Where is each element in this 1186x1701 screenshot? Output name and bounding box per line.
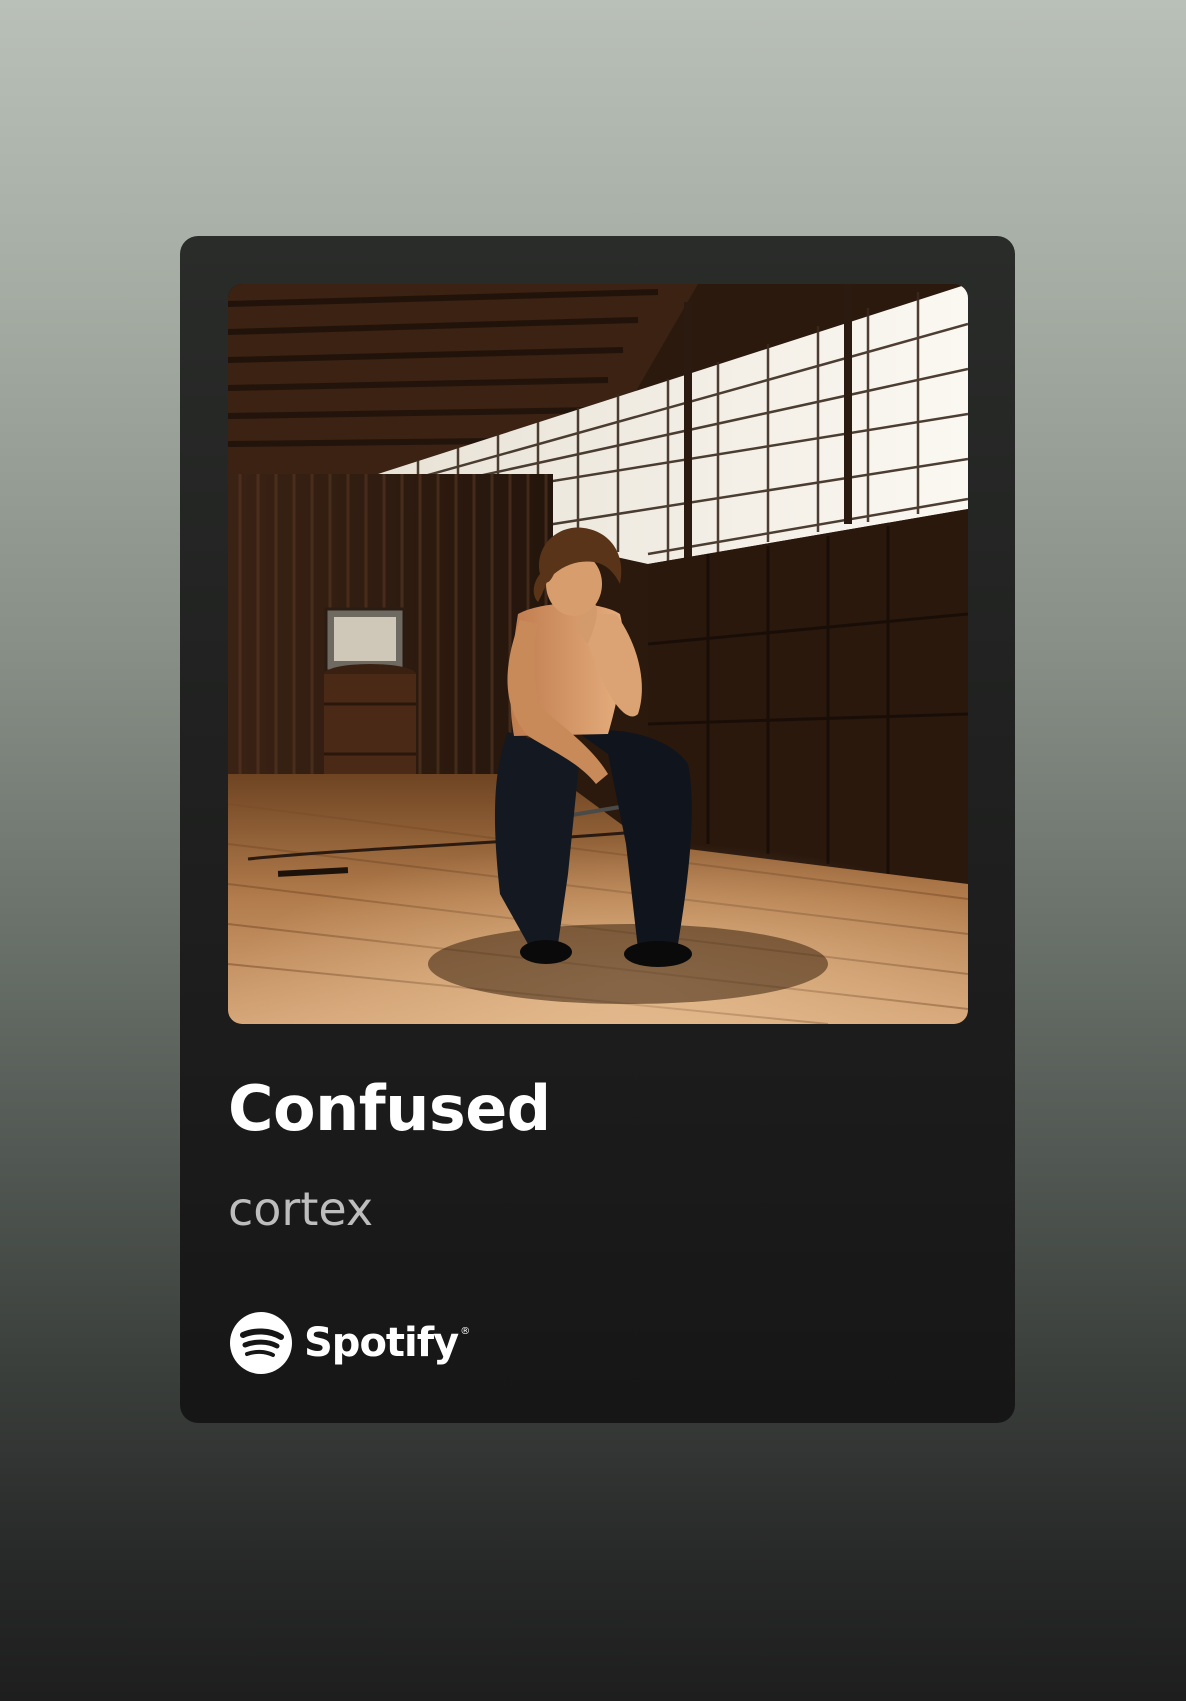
registered-mark: ® <box>460 1326 471 1337</box>
album-artwork-image <box>228 284 968 1024</box>
artist-name[interactable]: cortex <box>228 1186 373 1232</box>
song-share-card[interactable]: Confused cortex Spotify ® <box>180 236 1015 1423</box>
track-title[interactable]: Confused <box>228 1078 551 1140</box>
spotify-brand-logo[interactable]: Spotify ® <box>230 1312 470 1374</box>
spotify-wordmark: Spotify <box>304 1320 459 1366</box>
spotify-logo-icon <box>230 1312 292 1374</box>
album-artwork[interactable] <box>228 284 968 1024</box>
